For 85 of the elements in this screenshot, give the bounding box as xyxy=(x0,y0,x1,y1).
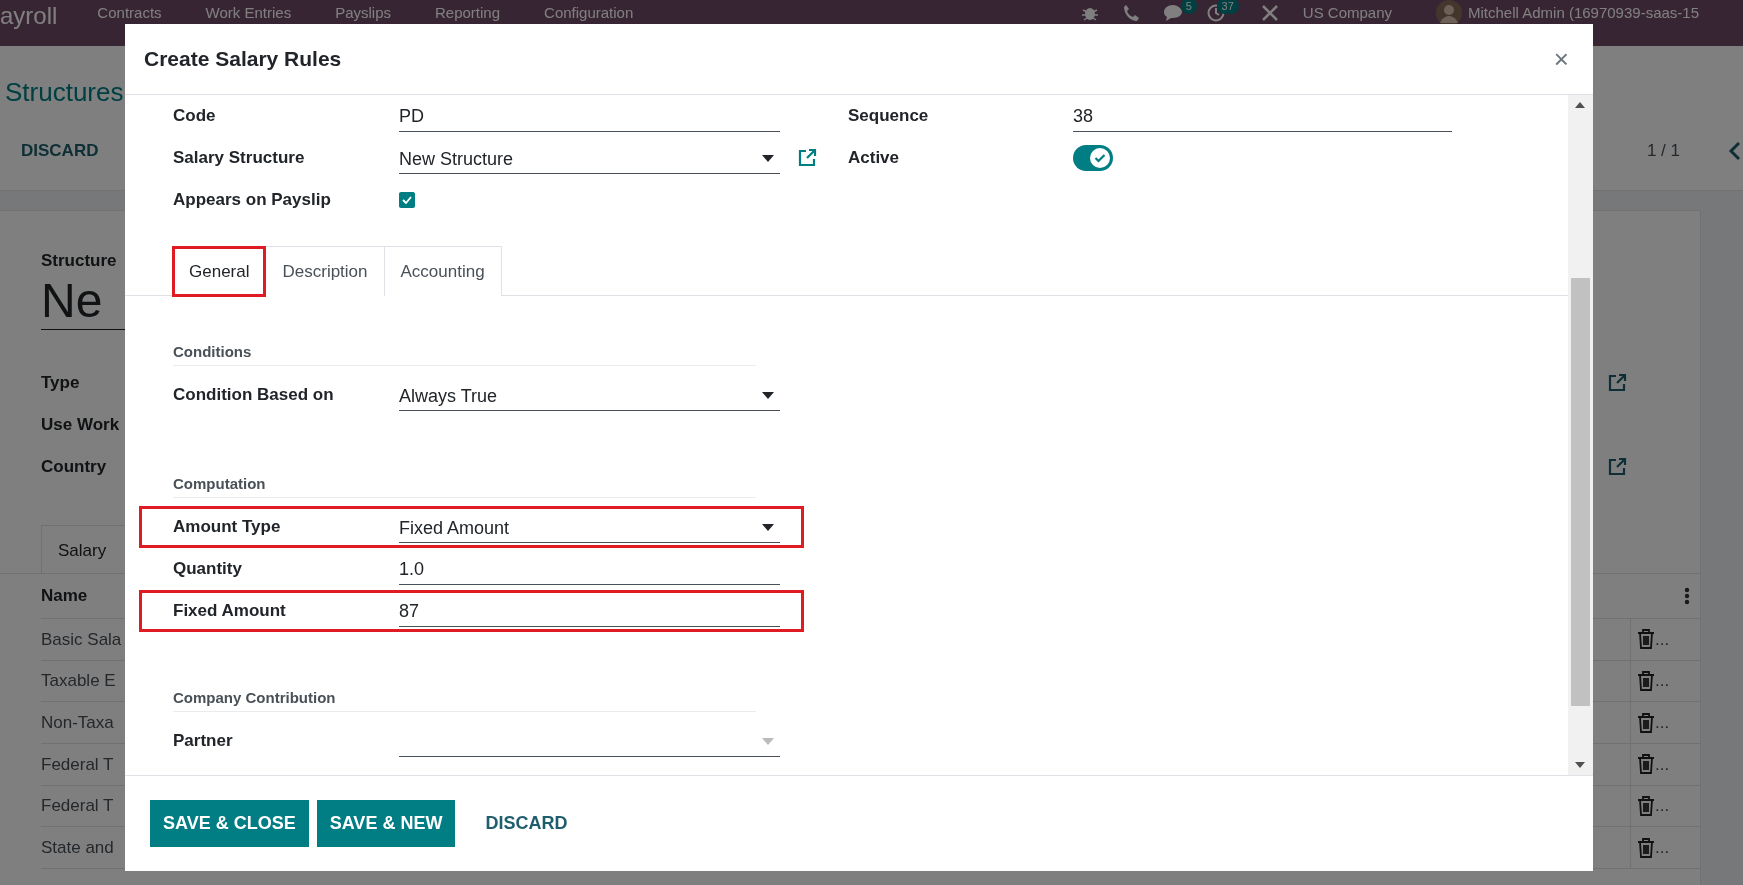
select-field[interactable]: Always True xyxy=(399,379,780,411)
check-icon xyxy=(402,196,412,204)
breadcrumb[interactable]: Structures xyxy=(0,74,124,110)
field-label: Partner xyxy=(173,730,234,753)
menu-item[interactable]: Payslips xyxy=(335,4,391,22)
field-label: Sequence xyxy=(848,105,930,128)
column-header: Name xyxy=(41,585,88,608)
field-label: Structure xyxy=(41,250,117,272)
table-cell-text: Federal T xyxy=(41,795,114,818)
field-label: Quantity xyxy=(173,558,243,581)
menu-item[interactable]: Contracts xyxy=(97,4,162,22)
input-field[interactable]: PD xyxy=(399,100,780,132)
input-field[interactable]: 87 xyxy=(399,595,780,627)
toggle-switch[interactable] xyxy=(1073,145,1113,171)
field-label: Fixed Amount xyxy=(173,600,287,623)
tools-icon[interactable] xyxy=(1260,4,1279,22)
field-label: Appears on Payslip xyxy=(173,189,332,212)
close-button[interactable]: × xyxy=(1549,46,1573,72)
field-label: Condition Based on xyxy=(173,384,335,407)
pager-counter: 1 / 1 xyxy=(1646,140,1680,163)
ellipsis-text: ... xyxy=(1655,711,1670,734)
external-link-icon[interactable] xyxy=(797,148,817,168)
ellipsis-text: ... xyxy=(1655,837,1670,860)
menu-item[interactable]: Reporting xyxy=(435,4,501,22)
select-field[interactable]: Fixed Amount xyxy=(399,511,780,543)
select-field[interactable]: New Structure xyxy=(399,142,780,174)
scroll-down-icon[interactable] xyxy=(1575,762,1585,768)
section-title: Company Contribution xyxy=(173,686,756,712)
user-menu[interactable]: Mitchell Admin (16970939-saas-15 xyxy=(1468,4,1699,22)
table-cell-text: Federal T xyxy=(41,753,114,776)
table-cell-text: Basic Sala xyxy=(41,628,122,651)
caret-icon[interactable] xyxy=(762,524,774,532)
trash-icon[interactable] xyxy=(1637,754,1655,775)
input-field[interactable]: 38 xyxy=(1073,100,1452,132)
field-label: Type xyxy=(41,372,80,394)
field-label: Amount Type xyxy=(173,516,282,539)
app-name[interactable]: ayroll xyxy=(0,4,58,28)
kebab-menu-icon[interactable] xyxy=(1684,587,1690,605)
company-switcher[interactable]: US Company xyxy=(1302,4,1393,22)
count-badge: 37 xyxy=(1216,0,1239,14)
field-label: Active xyxy=(848,147,901,170)
ellipsis-text: ... xyxy=(1655,670,1670,693)
table-cell-text: Taxable E xyxy=(41,670,116,693)
dialog-title: Create Salary Rules xyxy=(144,46,342,72)
tab[interactable]: General xyxy=(172,246,267,297)
discard-button[interactable]: DISCARD xyxy=(463,800,590,847)
phone-icon[interactable] xyxy=(1122,4,1139,22)
discard-button[interactable]: DISCARD xyxy=(0,134,99,168)
count-badge: 5 xyxy=(1180,0,1197,14)
field-label: Use Work xyxy=(41,414,120,436)
ellipsis-text: ... xyxy=(1655,795,1670,818)
checkbox[interactable] xyxy=(399,192,415,208)
field-label: Country xyxy=(41,456,107,478)
field-label: Code xyxy=(173,105,217,128)
field-label: Salary Structure xyxy=(173,147,306,170)
tab[interactable]: Description xyxy=(266,246,385,296)
save-button[interactable]: SAVE & CLOSE xyxy=(150,800,309,847)
ellipsis-text: ... xyxy=(1655,753,1670,776)
save-button[interactable]: SAVE & NEW xyxy=(316,800,456,847)
tab[interactable]: Salary xyxy=(41,525,125,573)
section-title: Conditions xyxy=(173,340,756,366)
menu-item[interactable]: Configuration xyxy=(544,4,634,22)
external-link-icon[interactable] xyxy=(1607,373,1627,393)
external-link-icon[interactable] xyxy=(1607,457,1627,477)
input-field[interactable]: 1.0 xyxy=(399,553,780,585)
section-title: Computation xyxy=(173,472,756,498)
trash-icon[interactable] xyxy=(1637,671,1655,692)
trash-icon[interactable] xyxy=(1637,629,1655,650)
trash-icon[interactable] xyxy=(1637,837,1655,858)
table-cell-text: Non-Taxa xyxy=(41,711,114,734)
toggle-knob[interactable] xyxy=(1090,148,1110,168)
caret-icon[interactable] xyxy=(762,155,774,163)
menu-item[interactable]: Work Entries xyxy=(205,4,292,22)
ellipsis-text: ... xyxy=(1655,628,1670,651)
trash-icon[interactable] xyxy=(1637,712,1655,733)
scroll-up-icon[interactable] xyxy=(1575,102,1585,108)
table-cell-text: State and xyxy=(41,837,114,860)
chat-icon[interactable] xyxy=(1162,4,1183,22)
structure-name: Ne xyxy=(41,273,103,329)
scrollbar[interactable] xyxy=(1568,95,1593,775)
caret-icon[interactable] xyxy=(762,392,774,400)
avatar[interactable] xyxy=(1436,0,1463,26)
chevron-left-icon[interactable] xyxy=(1728,141,1742,161)
trash-icon[interactable] xyxy=(1637,796,1655,817)
tab[interactable]: Accounting xyxy=(384,246,502,296)
